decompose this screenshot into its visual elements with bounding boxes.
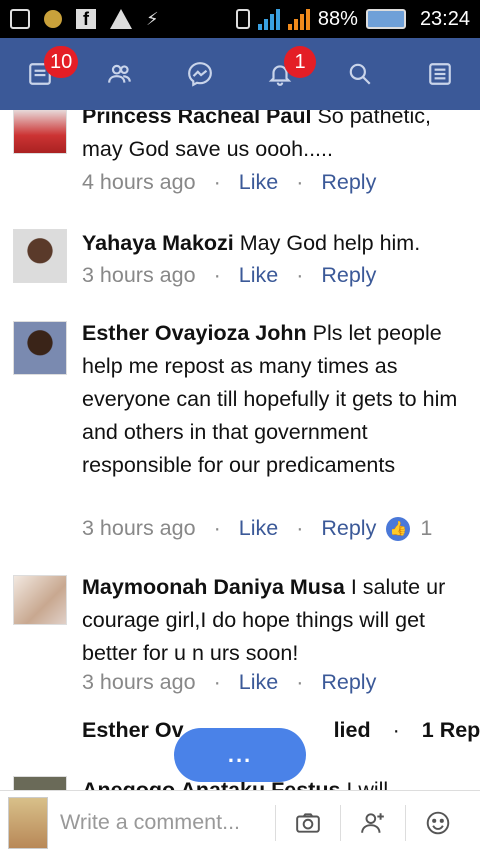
like-count: 1 — [420, 516, 433, 540]
comment-text: Yahaya Makozi May God help him. — [82, 227, 472, 260]
thumbs-up-icon: 👍 — [386, 516, 411, 541]
download-icon — [10, 9, 30, 29]
comment-body: I will — [340, 778, 389, 790]
notifications-button[interactable]: 1 — [250, 44, 316, 104]
tag-friend-button[interactable] — [341, 791, 405, 855]
like-button[interactable]: Like — [239, 516, 278, 541]
top-nav-bar: 10 1 — [0, 38, 480, 110]
reply-button[interactable]: Reply — [321, 516, 376, 541]
separator-dot: · — [213, 263, 221, 287]
smiley-icon — [426, 811, 450, 834]
load-more-button[interactable]: ... — [174, 728, 306, 782]
separator-dot: · — [296, 670, 304, 694]
battery-icon — [365, 9, 406, 29]
separator-dot: · — [213, 170, 221, 194]
vibrate-icon — [235, 9, 250, 29]
notifications-badge: 1 — [284, 46, 316, 78]
comment-composer: Write a comment... — [0, 790, 480, 854]
comment-text: Princess Racheal Paul So pathetic, may G… — [82, 110, 472, 166]
comment-meta: 3 hours ago · Like · Reply 👍 1 — [82, 516, 432, 541]
messenger-button[interactable] — [170, 44, 230, 104]
comment-input[interactable]: Write a comment... — [60, 810, 275, 835]
comment-time[interactable]: 3 hours ago — [82, 670, 196, 695]
reactions-count[interactable]: 👍 1 — [386, 516, 432, 541]
replies-author: Esther Ov — [82, 718, 184, 742]
avatar[interactable] — [13, 776, 67, 790]
separator-dot: · — [296, 516, 304, 540]
flash-icon: ⚡ — [146, 8, 159, 29]
search-button[interactable] — [330, 44, 390, 104]
sticker-button[interactable] — [406, 791, 470, 855]
reply-count[interactable]: 1 Reply — [422, 718, 480, 742]
app-notification-icon — [44, 10, 62, 28]
like-button[interactable]: Like — [239, 670, 278, 695]
search-icon — [349, 63, 371, 85]
comment-author[interactable]: Princess Racheal Paul — [82, 110, 311, 128]
clock: 23:24 — [419, 7, 470, 30]
replies-author-tail: lied — [333, 718, 371, 742]
news-feed-badge: 10 — [44, 46, 79, 78]
add-friend-icon — [361, 812, 384, 833]
comment-author[interactable]: Maymoonah Daniya Musa — [82, 575, 345, 599]
signal-icon — [257, 8, 280, 30]
news-feed-button[interactable]: 10 — [10, 44, 79, 104]
facebook-icon: f — [76, 9, 96, 29]
comment-text: Esther Ovayioza John Pls let people help… — [82, 317, 472, 482]
friends-icon — [108, 64, 131, 83]
comment-meta: 4 hours ago · Like · Reply — [82, 170, 376, 195]
comment-text: Maymoonah Daniya Musa I salute ur courag… — [82, 571, 472, 670]
comments-list[interactable]: Princess Racheal Paul So pathetic, may G… — [0, 110, 480, 790]
reply-button[interactable]: Reply — [321, 170, 376, 195]
reply-button[interactable]: Reply — [321, 670, 376, 695]
menu-button[interactable] — [410, 44, 470, 104]
separator-dot: · — [213, 670, 221, 694]
signal-2-icon — [287, 8, 310, 30]
friends-button[interactable] — [90, 44, 150, 104]
camera-button[interactable] — [276, 791, 340, 855]
avatar — [8, 796, 48, 849]
separator-dot: · — [213, 516, 221, 540]
messenger-icon — [188, 62, 212, 87]
warning-icon — [110, 9, 132, 29]
comment-time[interactable]: 3 hours ago — [82, 263, 196, 288]
comment-author[interactable]: Yahaya Makozi — [82, 231, 234, 255]
avatar[interactable] — [13, 110, 67, 154]
like-button[interactable]: Like — [239, 263, 278, 288]
separator-dot: · — [296, 170, 304, 194]
menu-icon — [429, 63, 451, 85]
avatar[interactable] — [13, 321, 67, 375]
comment-author[interactable]: Esther Ovayioza John — [82, 321, 307, 345]
comment-time[interactable]: 4 hours ago — [82, 170, 196, 195]
status-bar: f ⚡ 88% 23:24 — [0, 0, 480, 38]
camera-icon — [296, 812, 320, 833]
comment-meta: 3 hours ago · Like · Reply — [82, 670, 376, 695]
comment-body: May God help him. — [233, 231, 421, 255]
like-button[interactable]: Like — [239, 170, 278, 195]
comment-time[interactable]: 3 hours ago — [82, 516, 196, 541]
separator-dot: · — [392, 718, 400, 742]
reply-button[interactable]: Reply — [321, 263, 376, 288]
avatar[interactable] — [13, 575, 67, 625]
comment-meta: 3 hours ago · Like · Reply — [82, 263, 376, 288]
avatar[interactable] — [13, 229, 67, 283]
battery-percent: 88% — [317, 7, 358, 30]
separator-dot: · — [296, 263, 304, 287]
